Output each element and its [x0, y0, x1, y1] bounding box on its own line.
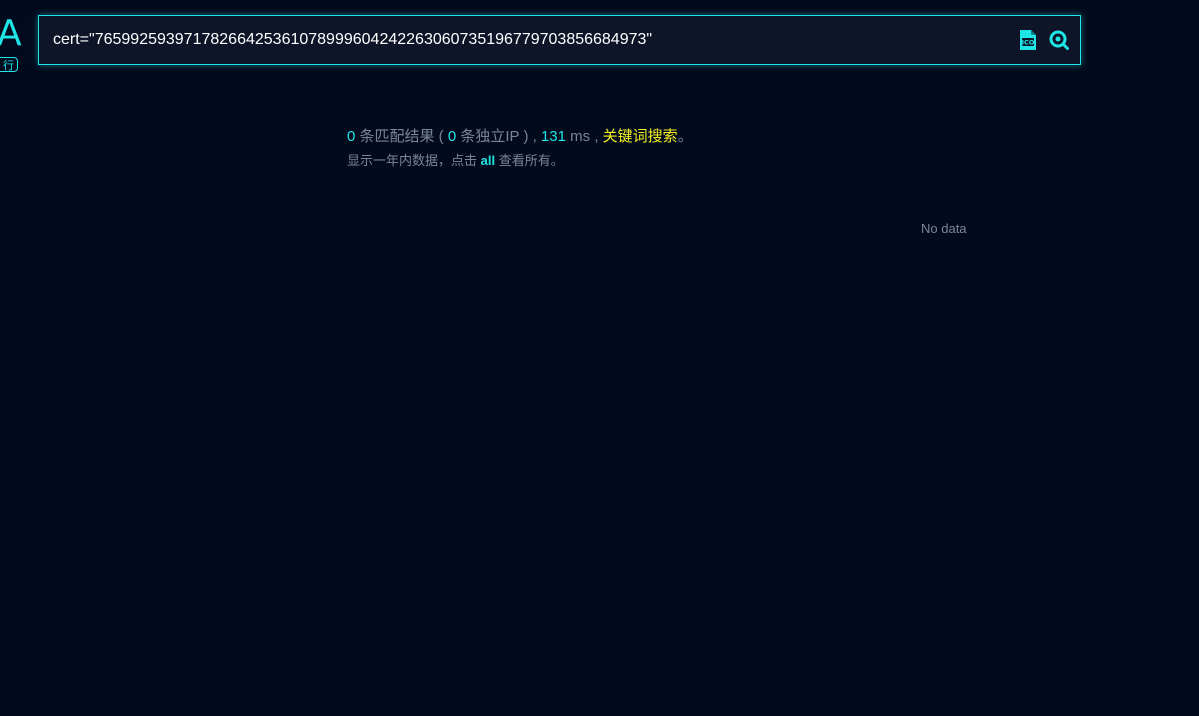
- search-icon[interactable]: [1048, 29, 1070, 51]
- ico-file-icon[interactable]: ICO: [1017, 29, 1039, 51]
- match-count: 0: [347, 128, 356, 145]
- no-data-text: No data: [921, 221, 967, 236]
- svg-text:ICO: ICO: [1022, 39, 1035, 47]
- search-input[interactable]: [53, 16, 993, 64]
- search-bar: ICO: [38, 15, 1081, 65]
- keyword-search-link[interactable]: 关键词搜索: [603, 128, 678, 145]
- time-unit: ms ,: [570, 128, 599, 145]
- logo-badge[interactable]: 行: [0, 57, 18, 72]
- page: A 行 ICO 0 条匹配结果 ( 0 条独立IP ) , 131 ms , 关…: [0, 0, 1199, 716]
- end-punct: 。: [677, 128, 693, 145]
- results-summary: 0 条匹配结果 ( 0 条独立IP ) , 131 ms , 关键词搜索。: [347, 127, 693, 147]
- all-link[interactable]: all: [481, 153, 495, 168]
- match-label: 条匹配结果 (: [359, 128, 444, 145]
- data-range-note: 显示一年内数据，点击 all 查看所有。: [347, 153, 564, 169]
- logo[interactable]: A: [0, 14, 22, 54]
- note-after: 查看所有。: [498, 153, 564, 168]
- ip-count: 0: [447, 128, 457, 145]
- note-before: 显示一年内数据，点击: [347, 153, 478, 168]
- query-time: 131: [540, 128, 566, 145]
- ip-label: 条独立IP ) ,: [460, 128, 537, 145]
